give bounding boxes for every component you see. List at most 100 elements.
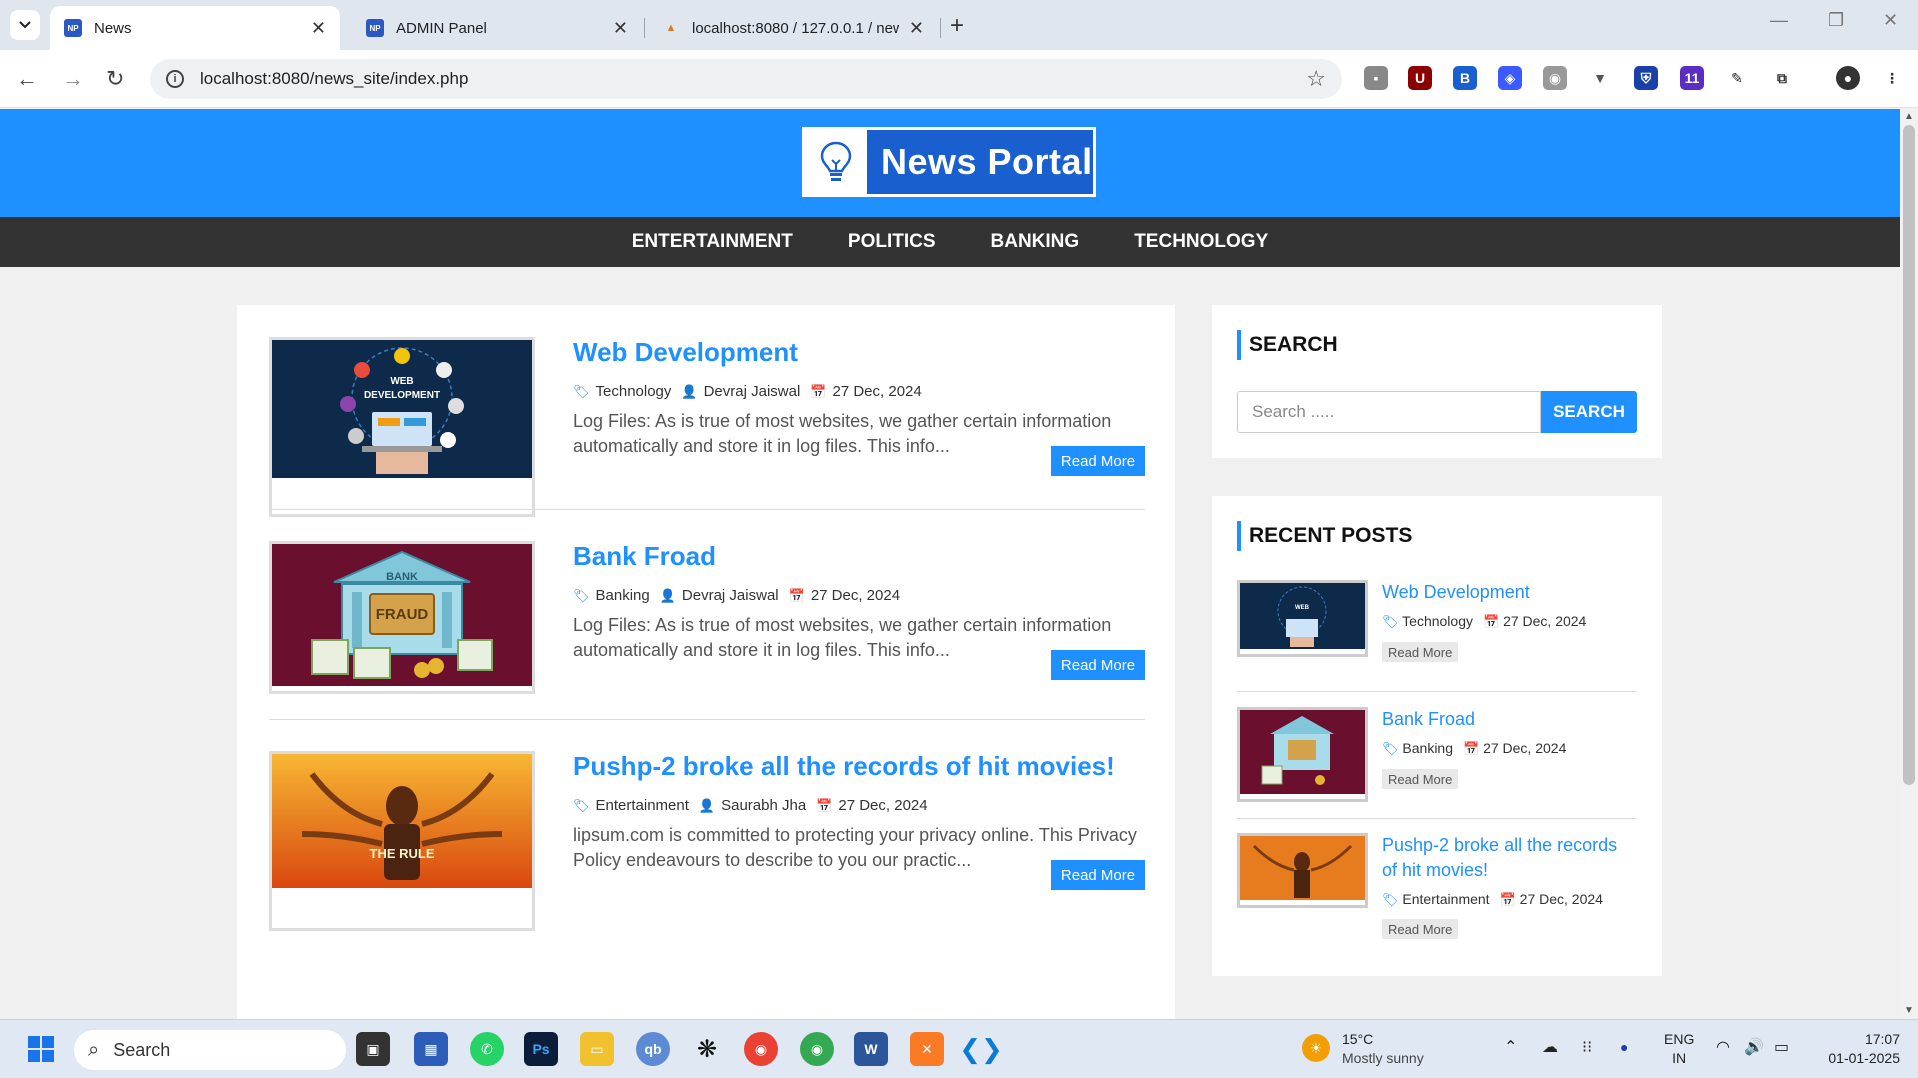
recent-read-more-button[interactable]: Read More <box>1382 769 1459 789</box>
profile-avatar[interactable]: ● <box>1836 66 1860 90</box>
post-author[interactable]: Saurabh Jha <box>721 797 806 814</box>
onedrive-cloud-icon[interactable]: ☁ <box>1542 1038 1558 1057</box>
post-title[interactable]: Pushp-2 broke all the records of hit mov… <box>573 751 1115 782</box>
read-more-button[interactable]: Read More <box>1051 860 1145 890</box>
volume-icon[interactable]: 🔊 <box>1744 1038 1764 1057</box>
forward-arrow-icon[interactable]: → <box>62 66 84 92</box>
post-author[interactable]: Devraj Jaiswal <box>682 587 779 604</box>
camera-icon[interactable]: ◉ <box>1543 66 1567 90</box>
windows-start-icon[interactable] <box>24 1032 58 1066</box>
whatsapp-icon[interactable]: ✆ <box>470 1032 504 1066</box>
language-l-icon[interactable]: ● <box>1620 1038 1628 1057</box>
menu-item-banking[interactable]: BANKING <box>991 231 1080 253</box>
scrollbar-thumb[interactable] <box>1903 125 1915 785</box>
close-tab-icon[interactable]: ✕ <box>311 18 326 39</box>
graduation-cap-icon[interactable]: 11 <box>1680 66 1704 90</box>
minimize-icon[interactable]: — <box>1770 10 1788 31</box>
read-more-button[interactable]: Read More <box>1051 446 1145 476</box>
recent-post-category[interactable]: Technology <box>1402 613 1473 629</box>
search-input[interactable]: Search ..... <box>1237 391 1541 433</box>
post-category[interactable]: Banking <box>596 587 650 604</box>
tab-phpmyadmin[interactable]: ▲ localhost:8080 / 127.0.0.1 / new ✕ <box>648 6 938 50</box>
recent-read-more-button[interactable]: Read More <box>1382 919 1459 939</box>
ublock-icon[interactable]: U <box>1408 66 1432 90</box>
shield-icon[interactable]: ⛨ <box>1634 66 1658 90</box>
page-scrollbar[interactable]: ▲ ▼ <box>1900 109 1918 1019</box>
menu-item-technology[interactable]: TECHNOLOGY <box>1134 231 1268 253</box>
recent-post-category[interactable]: Entertainment <box>1402 891 1489 907</box>
url-text[interactable]: localhost:8080/news_site/index.php <box>200 69 468 89</box>
apps-grid-icon[interactable]: ⁝⁝ <box>1582 1038 1592 1057</box>
clock[interactable]: 17:07 01-01-2025 <box>1816 1030 1900 1068</box>
task-view-icon[interactable]: ▣ <box>356 1032 390 1066</box>
recent-post-category[interactable]: Banking <box>1402 740 1453 756</box>
tab-admin-panel[interactable]: NP ADMIN Panel ✕ <box>352 6 642 50</box>
recent-read-more-button[interactable]: Read More <box>1382 642 1459 662</box>
read-more-button[interactable]: Read More <box>1051 650 1145 680</box>
recent-post-thumbnail[interactable]: WEB <box>1237 580 1368 657</box>
taskbar-search[interactable]: ⌕ Search <box>74 1030 346 1070</box>
post-thumbnail[interactable]: WEB DEVELOPMENT <box>269 337 535 517</box>
recent-post-title[interactable]: Web Development <box>1382 580 1637 605</box>
browser-tab-bar: NP News ✕ NP ADMIN Panel ✕ ▲ localhost:8… <box>0 0 1918 50</box>
post-author[interactable]: Devraj Jaiswal <box>704 383 801 400</box>
site-info-icon[interactable]: i <box>166 70 184 88</box>
extensions-puzzle-icon[interactable]: ⧉ <box>1770 66 1794 90</box>
tab-news[interactable]: NP News ✕ <box>50 6 340 50</box>
word-icon[interactable]: W <box>854 1032 888 1066</box>
dropdown-extension-icon[interactable]: ▼ <box>1588 66 1612 90</box>
menu-item-politics[interactable]: POLITICS <box>848 231 936 253</box>
input-language-indicator[interactable]: ENG IN <box>1664 1030 1694 1068</box>
site-logo[interactable]: News Portal <box>802 127 1096 197</box>
recent-post-item: WEB Web Development 🏷 Technology 📅 27 De… <box>1237 580 1637 680</box>
battery-icon[interactable]: ▭ <box>1774 1038 1789 1057</box>
extension-b-icon[interactable]: B <box>1453 66 1477 90</box>
post-thumbnail[interactable]: BANK FRAUD <box>269 541 535 694</box>
recent-post-title[interactable]: Pushp-2 broke all the records of hit mov… <box>1382 833 1637 883</box>
menu-dots-icon[interactable]: ⋮ <box>1880 66 1904 90</box>
post-title[interactable]: Bank Froad <box>573 541 716 572</box>
search-widget-title: SEARCH <box>1237 330 1338 360</box>
vscode-icon[interactable]: ❮❯ <box>959 1032 1003 1066</box>
bookmark-star-icon[interactable]: ☆ <box>1306 66 1326 92</box>
reload-icon[interactable]: ↻ <box>106 66 124 92</box>
post-title[interactable]: Web Development <box>573 337 798 368</box>
clock-date: 01-01-2025 <box>1828 1050 1900 1066</box>
chatgpt-icon[interactable]: ❋ <box>690 1032 724 1066</box>
show-hidden-icons-icon[interactable]: ⌃ <box>1504 1038 1517 1057</box>
chrome-icon[interactable]: ◉ <box>744 1032 778 1066</box>
tab-search-dropdown[interactable] <box>10 10 40 40</box>
extension-profile-icon[interactable]: ▪ <box>1364 66 1388 90</box>
close-window-icon[interactable]: ✕ <box>1883 10 1898 31</box>
recent-post-title[interactable]: Bank Froad <box>1382 707 1637 732</box>
recent-post-thumbnail[interactable] <box>1237 707 1368 802</box>
menu-item-entertainment[interactable]: ENTERTAINMENT <box>632 231 793 253</box>
chrome-profile-icon[interactable]: ◉ <box>800 1032 834 1066</box>
new-tab-button[interactable]: + <box>950 12 964 40</box>
address-bar[interactable]: i localhost:8080/news_site/index.php ☆ <box>150 59 1342 99</box>
file-explorer-icon[interactable]: ▭ <box>580 1032 614 1066</box>
recent-post-thumbnail[interactable] <box>1237 833 1368 908</box>
scroll-up-icon[interactable]: ▲ <box>1904 111 1914 122</box>
scroll-down-icon[interactable]: ▼ <box>1904 1005 1914 1016</box>
bitwarden-icon[interactable]: ◈ <box>1498 66 1522 90</box>
phpmyadmin-icon: ▲ <box>665 22 677 34</box>
close-tab-icon[interactable]: ✕ <box>613 18 628 39</box>
post-thumbnail[interactable]: THE RULE <box>269 751 535 931</box>
xampp-icon[interactable]: ✕ <box>910 1032 944 1066</box>
microsoft-store-icon[interactable]: ▦ <box>414 1032 448 1066</box>
wifi-icon[interactable]: ◠ <box>1716 1038 1730 1057</box>
post-category[interactable]: Entertainment <box>596 797 689 814</box>
restore-icon[interactable]: ❐ <box>1828 10 1844 31</box>
photoshop-icon[interactable]: Ps <box>524 1032 558 1066</box>
eyedropper-icon[interactable]: ✎ <box>1725 66 1749 90</box>
weather-widget[interactable]: 15°C Mostly sunny <box>1342 1030 1424 1068</box>
back-arrow-icon[interactable]: ← <box>16 66 38 92</box>
search-button[interactable]: SEARCH <box>1541 391 1637 433</box>
weather-sun-icon[interactable]: ☀ <box>1302 1034 1330 1062</box>
recent-post-divider <box>1237 818 1637 819</box>
browser-toolbar: ← → ↻ i localhost:8080/news_site/index.p… <box>0 50 1918 108</box>
close-tab-icon[interactable]: ✕ <box>909 18 924 39</box>
post-category[interactable]: Technology <box>596 383 672 400</box>
qbittorrent-icon[interactable]: qb <box>636 1032 670 1066</box>
